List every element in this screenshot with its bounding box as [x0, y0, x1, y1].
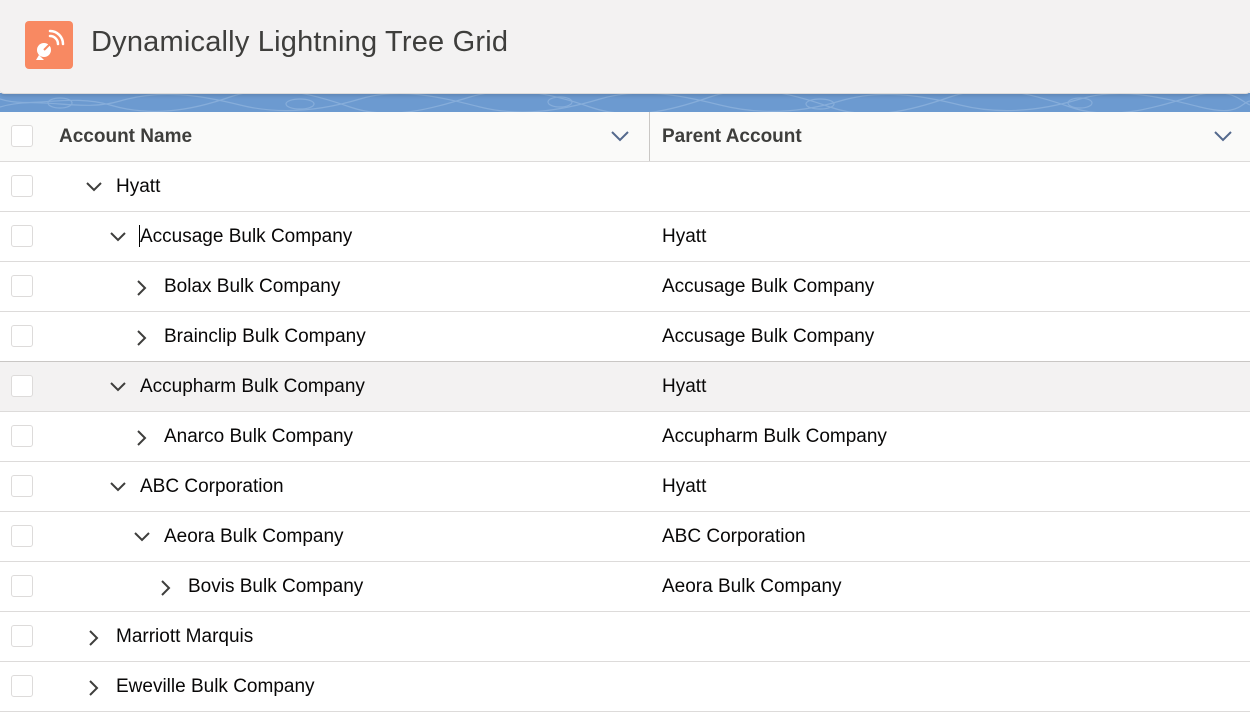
- chevron-right-icon[interactable]: [135, 279, 149, 297]
- row-checkbox[interactable]: [11, 475, 33, 497]
- tree-grid: Account Name Parent Account Hyatt Accusa…: [0, 112, 1250, 712]
- select-all-checkbox[interactable]: [11, 125, 33, 147]
- account-name-cell: Bovis Bulk Company: [188, 576, 364, 597]
- parent-account-cell: Accupharm Bulk Company: [662, 426, 887, 447]
- table-row[interactable]: Hyatt: [0, 162, 1250, 212]
- account-name-cell: Aeora Bulk Company: [164, 526, 344, 547]
- account-name-cell: Marriott Marquis: [116, 626, 254, 647]
- chevron-right-icon[interactable]: [135, 329, 149, 347]
- parent-account-cell: Aeora Bulk Company: [662, 576, 842, 597]
- account-name-cell: Accusage Bulk Company: [140, 226, 353, 247]
- parent-account-cell: Hyatt: [662, 476, 707, 497]
- chevron-down-icon[interactable]: [109, 380, 127, 394]
- table-row[interactable]: Accupharm Bulk Company Hyatt: [0, 361, 1250, 412]
- table-row[interactable]: Anarco Bulk Company Accupharm Bulk Compa…: [0, 412, 1250, 462]
- account-name-cell: Accupharm Bulk Company: [140, 376, 365, 397]
- chevron-right-icon[interactable]: [87, 679, 101, 697]
- chevron-right-icon[interactable]: [87, 629, 101, 647]
- row-checkbox[interactable]: [11, 225, 33, 247]
- row-checkbox[interactable]: [11, 175, 33, 197]
- row-checkbox[interactable]: [11, 325, 33, 347]
- row-checkbox[interactable]: [11, 625, 33, 647]
- chevron-down-icon[interactable]: [109, 230, 127, 244]
- table-row[interactable]: Marriott Marquis: [0, 612, 1250, 662]
- chevron-down-icon[interactable]: [610, 129, 630, 143]
- table-row[interactable]: Aeora Bulk Company ABC Corporation: [0, 512, 1250, 562]
- column-divider[interactable]: [649, 112, 650, 161]
- column-header-parent-account[interactable]: Parent Account: [662, 112, 802, 161]
- parent-account-cell: Accusage Bulk Company: [662, 326, 875, 347]
- grid-header-row: Account Name Parent Account: [0, 112, 1250, 162]
- account-name-cell: Bolax Bulk Company: [164, 276, 341, 297]
- table-row[interactable]: Bolax Bulk Company Accusage Bulk Company: [0, 262, 1250, 312]
- table-row[interactable]: Brainclip Bulk Company Accusage Bulk Com…: [0, 312, 1250, 362]
- broadcast-dish-icon: [25, 21, 73, 69]
- chevron-right-icon[interactable]: [159, 579, 173, 597]
- row-checkbox[interactable]: [11, 525, 33, 547]
- parent-account-cell: Hyatt: [662, 376, 707, 397]
- parent-account-cell: ABC Corporation: [662, 526, 806, 547]
- parent-account-cell: Hyatt: [662, 226, 707, 247]
- account-name-cell: Anarco Bulk Company: [164, 426, 354, 447]
- row-checkbox[interactable]: [11, 425, 33, 447]
- column-header-account-name[interactable]: Account Name: [59, 112, 192, 161]
- row-checkbox[interactable]: [11, 675, 33, 697]
- chevron-down-icon[interactable]: [1213, 129, 1233, 143]
- row-checkbox[interactable]: [11, 575, 33, 597]
- page-title: Dynamically Lightning Tree Grid: [91, 26, 509, 58]
- table-row[interactable]: Bovis Bulk Company Aeora Bulk Company: [0, 562, 1250, 612]
- chevron-right-icon[interactable]: [135, 429, 149, 447]
- row-checkbox[interactable]: [11, 375, 33, 397]
- account-name-cell: Brainclip Bulk Company: [164, 326, 366, 347]
- account-name-cell: ABC Corporation: [140, 476, 284, 497]
- account-name-cell: Hyatt: [116, 176, 161, 197]
- decorative-band: [0, 93, 1250, 113]
- table-row[interactable]: Accusage Bulk Company Hyatt: [0, 212, 1250, 262]
- chevron-down-icon[interactable]: [85, 180, 103, 194]
- page-header: Dynamically Lightning Tree Grid: [0, 0, 1250, 94]
- parent-account-cell: Accusage Bulk Company: [662, 276, 875, 297]
- chevron-down-icon[interactable]: [133, 530, 151, 544]
- chevron-down-icon[interactable]: [109, 480, 127, 494]
- account-name-cell: Eweville Bulk Company: [116, 676, 315, 697]
- table-row[interactable]: ABC Corporation Hyatt: [0, 462, 1250, 512]
- row-checkbox[interactable]: [11, 275, 33, 297]
- table-row[interactable]: Eweville Bulk Company: [0, 662, 1250, 712]
